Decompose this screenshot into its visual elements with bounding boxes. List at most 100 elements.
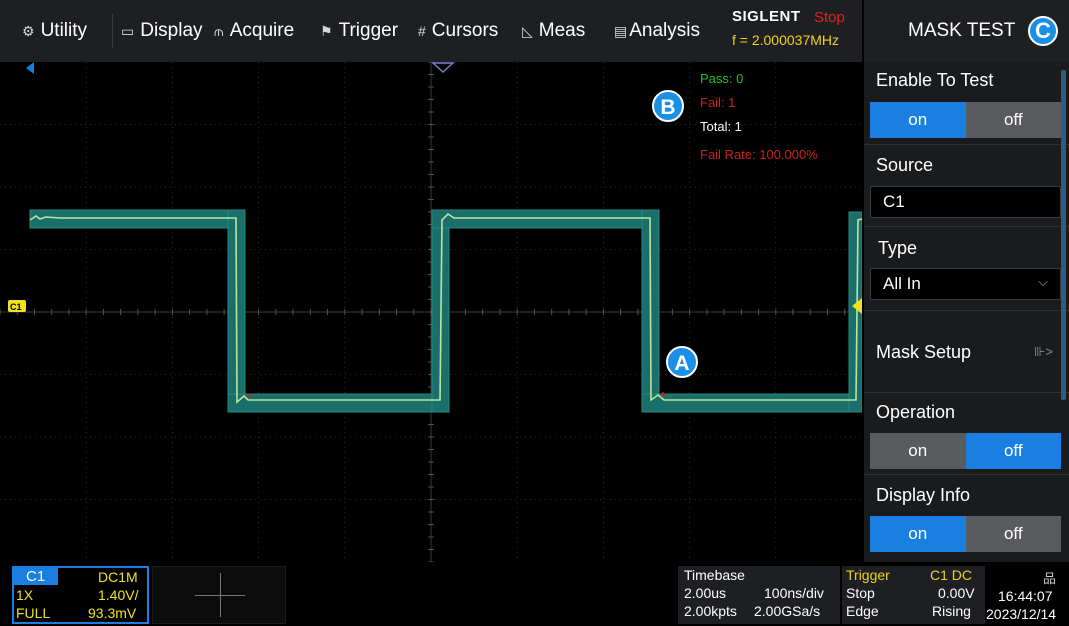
type-value: All In	[883, 274, 921, 293]
mask-setup-label: Mask Setup	[876, 342, 972, 362]
panel-divider	[864, 392, 1069, 393]
trigger-mode: Stop	[846, 585, 875, 601]
mask-low-2	[641, 393, 861, 413]
add-channel-button[interactable]	[152, 566, 286, 624]
panel-divider	[864, 144, 1069, 145]
top-menu-bar: ⚙ Utility ▭ Display ⫙ Acquire ⚑ Trigger …	[0, 0, 862, 62]
menu-utility-label: Utility	[40, 20, 88, 41]
operation-off[interactable]: off	[965, 433, 1061, 469]
menu-cursors-label: Cursors	[431, 20, 499, 41]
source-field[interactable]: C1	[870, 186, 1061, 218]
network-icon: 品	[1043, 571, 1057, 586]
channel-name: C1	[26, 568, 46, 585]
menu-meas[interactable]: ◺ Meas	[522, 0, 585, 62]
brand-status: SIGLENT Stop f = 2.000037MHz	[722, 6, 862, 56]
total-count: Total: 1	[700, 119, 742, 134]
menu-display[interactable]: ▭ Display	[121, 0, 203, 62]
source-label: Source	[876, 155, 934, 175]
timebase-delay: 2.00us	[684, 585, 727, 601]
operation-label: Operation	[876, 402, 956, 422]
menu-acquire-label: Acquire	[229, 20, 295, 41]
trigger-slope: Rising	[932, 603, 971, 619]
menu-divider	[112, 14, 113, 48]
menu-cursors[interactable]: # Cursors	[418, 0, 498, 62]
brand-logo: SIGLENT	[732, 8, 801, 25]
channel-bandwidth: FULL	[16, 605, 51, 621]
submenu-arrow-icon: ⊪>	[1034, 344, 1053, 359]
operation-toggle[interactable]: on off	[870, 433, 1061, 469]
menu-trigger[interactable]: ⚑ Trigger	[320, 0, 398, 62]
channel-1-marker-label: C1	[10, 302, 22, 312]
fail-point	[661, 392, 665, 396]
channel-offset: 93.3mV	[88, 605, 137, 621]
display-info-toggle[interactable]: on off	[870, 516, 1061, 552]
enable-to-test-off[interactable]: off	[965, 102, 1061, 138]
flag-icon: ⚑	[320, 22, 333, 39]
panel-divider	[864, 310, 1069, 311]
panel-scrollbar[interactable]	[1061, 70, 1066, 400]
menu-display-label: Display	[140, 20, 203, 41]
trigger-source: C1 DC	[930, 567, 973, 583]
mask-test-panel: MASK TEST C Enable To Test on off Source…	[864, 0, 1069, 562]
timebase-scale: 100ns/div	[764, 585, 824, 601]
menu-analysis[interactable]: ▤ Analysis	[614, 0, 700, 62]
timebase-label: Timebase	[684, 567, 745, 583]
callout-badge-c-label: C	[1035, 18, 1051, 43]
display-info-on[interactable]: on	[870, 516, 966, 552]
channel-1-info[interactable]: C1 DC1M 1X 1.40V/ FULL 93.3mV	[12, 566, 149, 624]
trigger-label: Trigger	[846, 567, 890, 583]
mask-low-1	[227, 393, 446, 413]
acquire-icon: ⫙	[214, 22, 224, 39]
enable-to-test-label: Enable To Test	[876, 70, 994, 90]
menu-meas-label: Meas	[538, 20, 586, 41]
operation-on[interactable]: on	[870, 433, 966, 469]
cursors-icon: #	[418, 23, 426, 39]
display-info-label: Display Info	[876, 485, 971, 505]
channel-scale: 1.40V/	[98, 587, 139, 603]
gear-icon: ⚙	[22, 22, 35, 39]
waveform-canvas: C1 Pass: 0 Fail: 1 Total: 1 Fail Rate: 1…	[0, 61, 863, 563]
fail-rate: Fail Rate: 100.000%	[700, 147, 818, 162]
enable-to-test-toggle[interactable]: on off	[870, 102, 1061, 138]
type-label: Type	[878, 238, 918, 258]
type-select[interactable]: All In ⌵	[870, 268, 1061, 300]
run-stop-status[interactable]: Stop	[814, 9, 845, 26]
memory-depth: 2.00kpts	[684, 603, 737, 619]
clock-date: 2023/12/14	[986, 606, 1057, 622]
menu-acquire[interactable]: ⫙ Acquire	[214, 0, 294, 62]
callout-badge-a-label: A	[674, 352, 689, 375]
status-bar: C1 DC1M 1X 1.40V/ FULL 93.3mV Timebase 2…	[0, 562, 1069, 626]
mask-setup-item[interactable]: Mask Setup ⊪>	[864, 312, 1069, 390]
channel-probe: 1X	[16, 587, 34, 603]
monitor-icon: ▭	[121, 22, 135, 39]
channel-coupling: DC1M	[98, 569, 138, 585]
measure-icon: ◺	[522, 22, 533, 39]
trigger-info[interactable]: Trigger C1 DC Stop 0.00V Edge Rising	[842, 566, 985, 624]
panel-header: MASK TEST C	[864, 0, 1069, 62]
chevron-down-icon: ⌵	[1038, 274, 1048, 289]
source-value: C1	[883, 192, 905, 211]
menu-utility[interactable]: ⚙ Utility	[22, 0, 87, 62]
mask-high-2	[431, 209, 658, 229]
analysis-icon: ▤	[614, 22, 628, 39]
display-info-off[interactable]: off	[965, 516, 1061, 552]
menu-trigger-label: Trigger	[338, 20, 399, 41]
enable-to-test-on[interactable]: on	[870, 102, 966, 138]
menu-analysis-label: Analysis	[629, 20, 700, 41]
callout-badge-b-label: B	[660, 96, 675, 119]
panel-divider	[864, 226, 1069, 227]
trigger-level: 0.00V	[938, 585, 975, 601]
clock-time: 16:44:07	[998, 588, 1053, 604]
trigger-frequency: f = 2.000037MHz	[732, 32, 840, 48]
waveform-display[interactable]: C1 Pass: 0 Fail: 1 Total: 1 Fail Rate: 1…	[0, 61, 863, 563]
timebase-info[interactable]: Timebase 2.00us 100ns/div 2.00kpts 2.00G…	[678, 566, 840, 624]
sample-rate: 2.00GSa/s	[754, 603, 821, 619]
plus-icon-vertical	[220, 573, 221, 617]
fail-count: Fail: 1	[700, 95, 735, 110]
mask-high-1	[29, 209, 244, 229]
panel-title: MASK TEST	[908, 20, 1016, 41]
panel-divider	[864, 474, 1069, 475]
pass-count: Pass: 0	[700, 71, 743, 86]
trigger-type: Edge	[846, 603, 879, 619]
fail-point	[247, 393, 251, 397]
